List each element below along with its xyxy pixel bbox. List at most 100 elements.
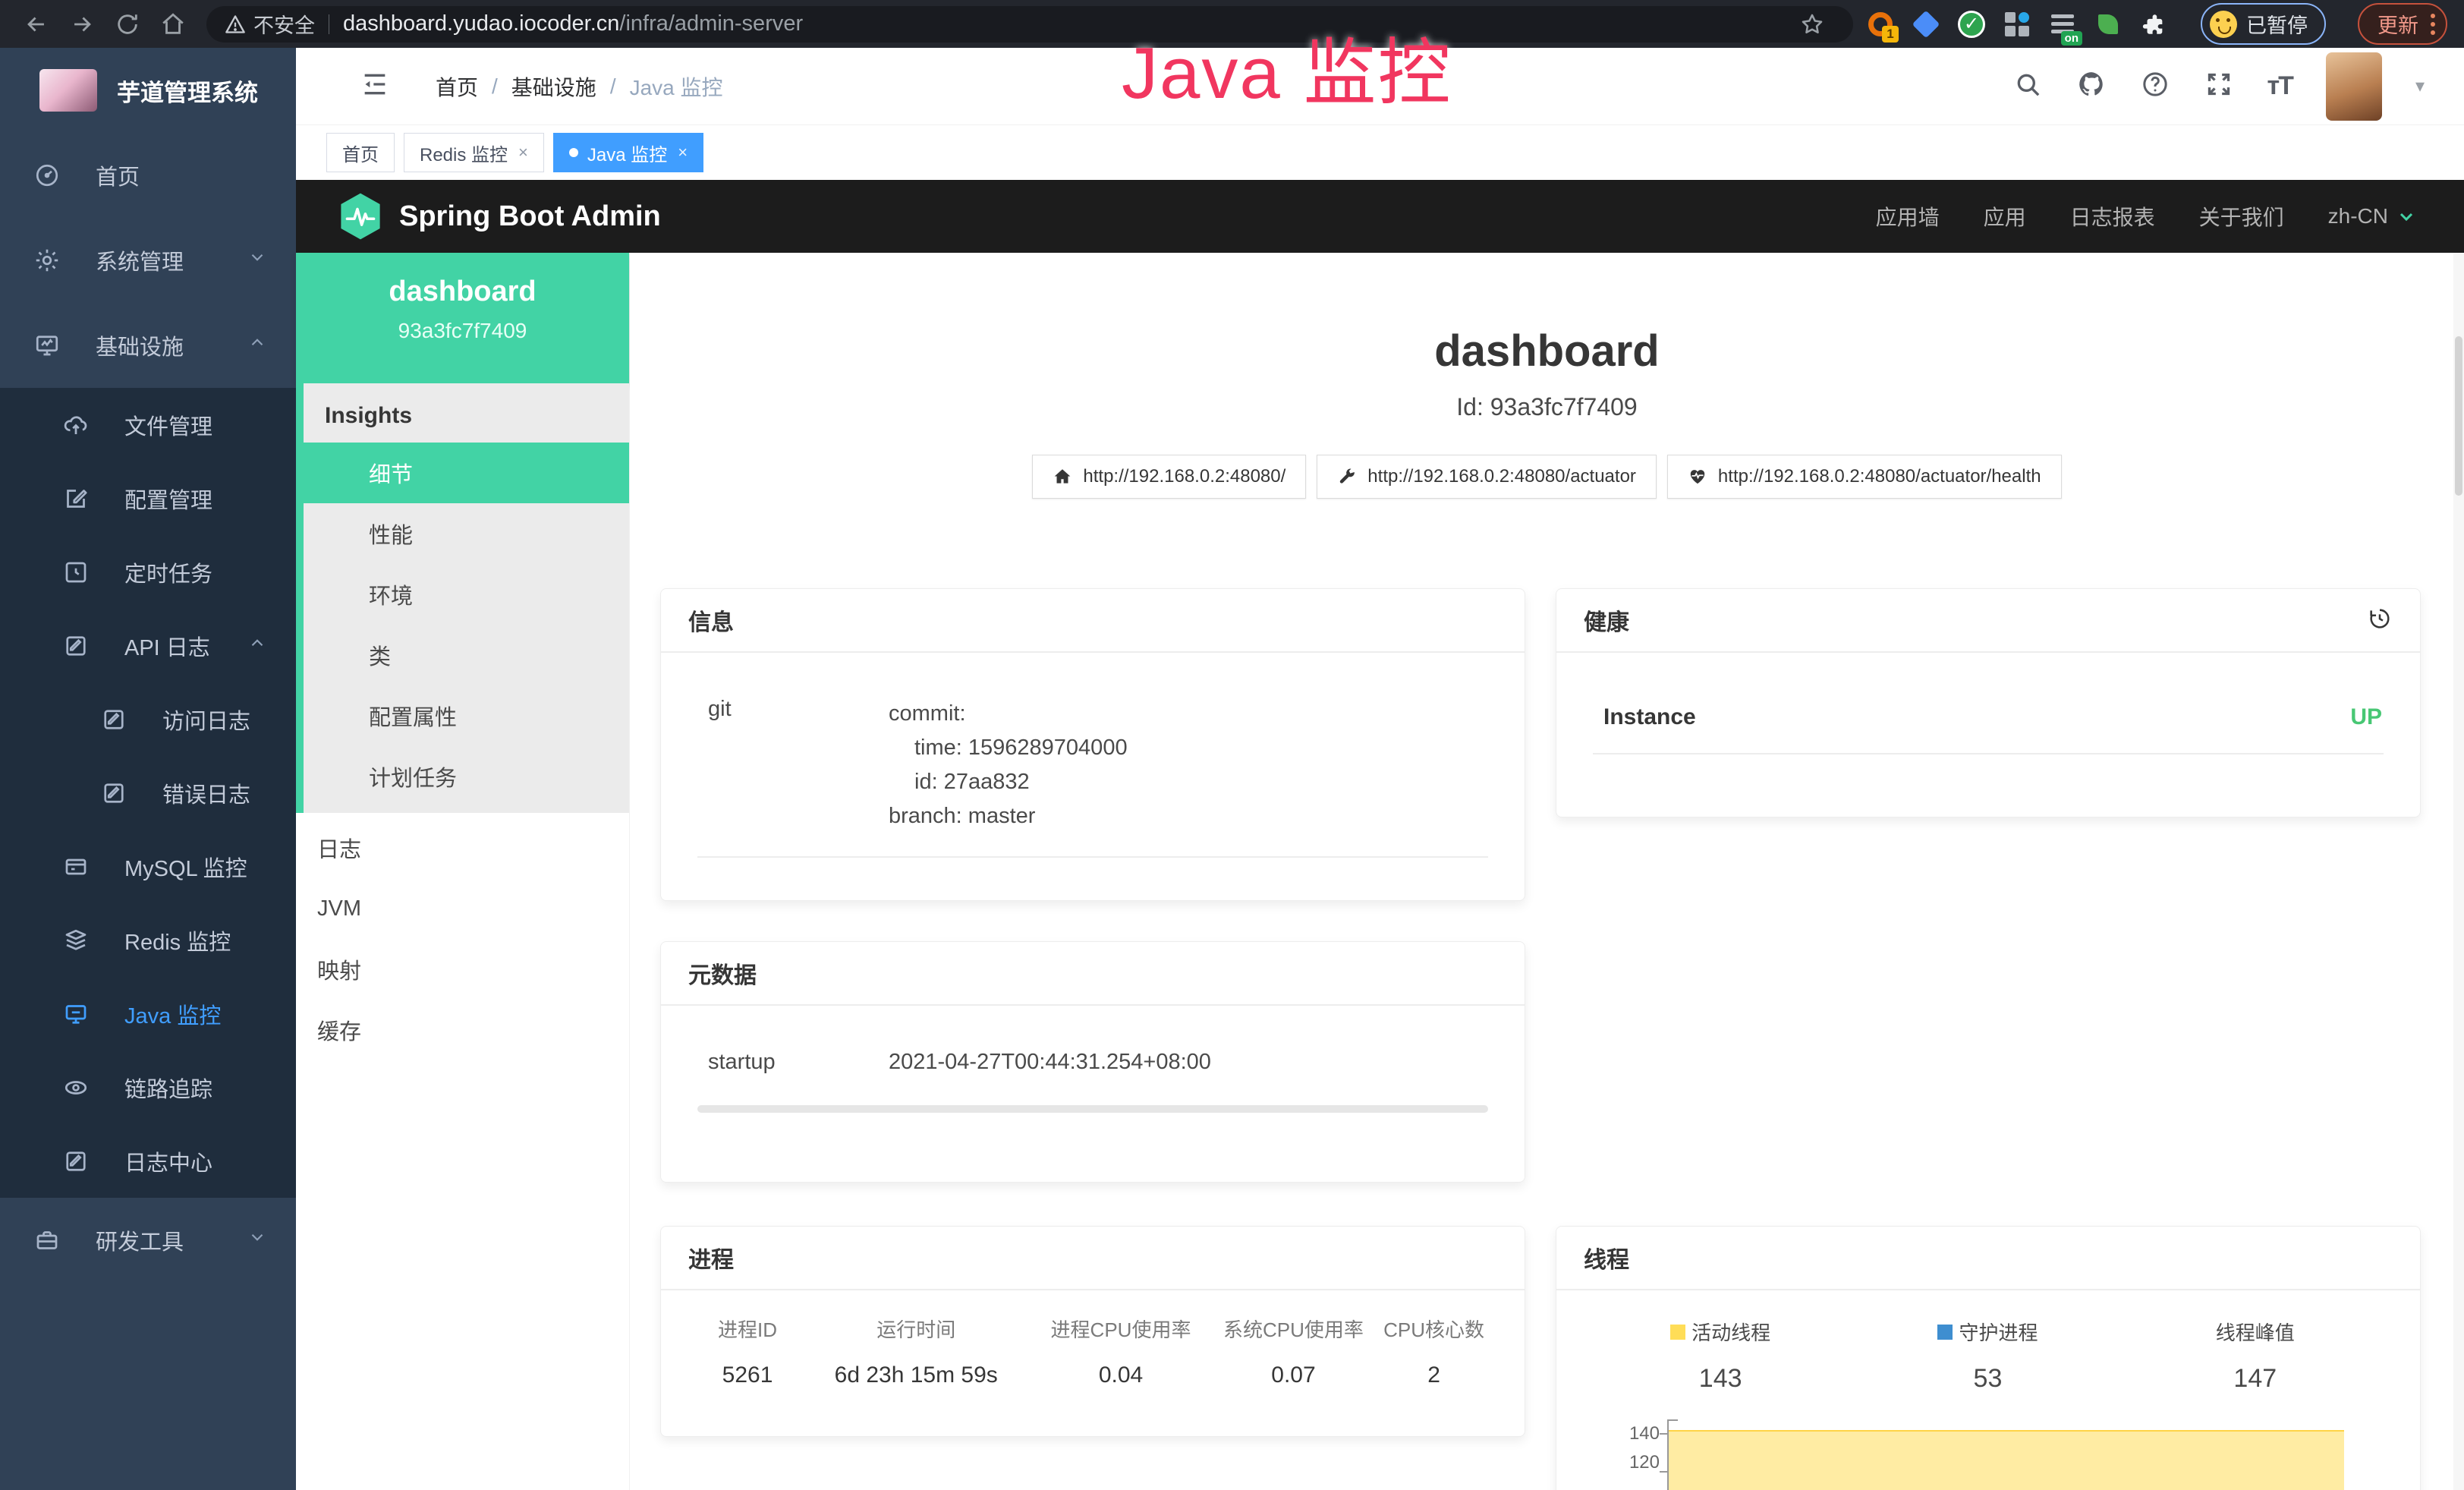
sba-item-config-props[interactable]: 配置属性 (304, 685, 629, 746)
sidebar-item-mysql-monitor[interactable]: MySQL 监控 (0, 830, 296, 903)
extension-check-icon[interactable]: ✓ (1956, 9, 1987, 39)
threads-chart: 140 120 100 (1587, 1419, 2390, 1490)
sba-item-metrics[interactable]: 性能 (304, 503, 629, 564)
chevron-down-icon (247, 1227, 267, 1253)
extension-orange-icon[interactable]: 1 (1865, 9, 1896, 39)
instance-health-link[interactable]: http://192.168.0.2:48080/actuator/health (1667, 455, 2062, 499)
ytick-120: 120 (1614, 1457, 1660, 1490)
sidebar-item-infrastructure[interactable]: 基础设施 (0, 303, 296, 388)
admin-logo-row[interactable]: 芋道管理系统 (0, 48, 296, 133)
sidebar-item-dev-tools[interactable]: 研发工具 (0, 1198, 296, 1283)
reload-icon[interactable] (111, 8, 144, 41)
health-card-title: 健康 (1584, 603, 1629, 637)
home-button-icon[interactable] (156, 8, 190, 41)
sidebar-item-error-log[interactable]: 错误日志 (0, 756, 296, 830)
process-value-system-cpu: 0.07 (1213, 1362, 1374, 1388)
close-icon[interactable]: × (518, 143, 528, 162)
sidebar-item-scheduled-jobs[interactable]: 定时任务 (0, 535, 296, 609)
process-header-process-cpu: 进程CPU使用率 (1028, 1315, 1213, 1343)
profile-paused-badge[interactable]: 已暂停 (2201, 3, 2326, 45)
info-git-row: git commit: time: 1596289704000 id: 27aa… (691, 679, 1494, 833)
sidebar-item-log-center[interactable]: 日志中心 (0, 1124, 296, 1198)
sba-item-scheduled-tasks[interactable]: 计划任务 (304, 746, 629, 807)
sidebar-item-config-management[interactable]: 配置管理 (0, 461, 296, 535)
back-icon[interactable] (20, 8, 53, 41)
health-instance-label: Instance (1603, 704, 1696, 730)
avatar-caret-icon[interactable]: ▾ (2415, 75, 2425, 97)
breadcrumb-home[interactable]: 首页 (436, 71, 478, 102)
active-threads-area (1669, 1430, 2344, 1490)
breadcrumb: 首页 / 基础设施 / Java 监控 (436, 71, 723, 102)
main-area: 首页 / 基础设施 / Java 监控 ᴛT ▾ 首页 (296, 48, 2464, 1490)
instance-home-link[interactable]: http://192.168.0.2:48080/ (1032, 455, 1306, 499)
sba-item-caches[interactable]: 缓存 (296, 1000, 629, 1060)
sba-item-classes[interactable]: 类 (304, 625, 629, 685)
sba-instance-header[interactable]: dashboard 93a3fc7f7409 (296, 253, 629, 383)
heartbeat-icon (1688, 467, 1707, 487)
sba-nav-wallboard[interactable]: 应用墙 (1876, 201, 1940, 232)
fullscreen-icon[interactable] (2204, 69, 2234, 103)
chrome-update-button[interactable]: 更新 (2358, 3, 2447, 45)
redis-layers-icon (62, 927, 90, 954)
chevron-down-icon (247, 247, 267, 273)
sidebar-item-file-management[interactable]: 文件管理 (0, 388, 296, 461)
infrastructure-submenu: 文件管理 配置管理 定时任务 API 日志 访问日志 (0, 388, 296, 1198)
sidebar-item-home[interactable]: 首页 (0, 133, 296, 218)
sidebar-item-access-log[interactable]: 访问日志 (0, 682, 296, 756)
page-subtitle: Id: 93a3fc7f7409 (630, 393, 2464, 421)
bookmark-star-icon[interactable] (1795, 8, 1829, 41)
update-label: 更新 (2377, 9, 2418, 39)
sidebar-item-system-management[interactable]: 系统管理 (0, 218, 296, 303)
sba-nav-journal[interactable]: 日志报表 (2070, 201, 2155, 232)
process-header-uptime: 运行时间 (804, 1315, 1028, 1343)
font-size-icon[interactable]: ᴛT (2267, 71, 2292, 101)
health-instance-row[interactable]: Instance UP (1587, 679, 2390, 730)
sba-item-jvm[interactable]: JVM (296, 878, 629, 939)
sba-sidebar: dashboard 93a3fc7f7409 Insights 细节 性能 环境… (296, 253, 630, 1490)
browser-menu-icon[interactable] (2431, 14, 2435, 35)
scrollbar-track[interactable] (2453, 253, 2464, 1490)
daemon-threads-legend-swatch (1937, 1325, 1953, 1340)
extension-pin-icon[interactable] (1911, 9, 1941, 39)
sba-brand[interactable]: Spring Boot Admin (338, 192, 661, 241)
extension-leaf-icon[interactable] (2093, 9, 2123, 39)
sba-item-environment[interactable]: 环境 (304, 564, 629, 625)
extension-grid-icon[interactable] (2002, 9, 2032, 39)
sidebar-item-java-monitor[interactable]: Java 监控 (0, 977, 296, 1051)
forward-icon[interactable] (65, 8, 99, 41)
close-icon[interactable]: × (678, 143, 688, 162)
url-bar[interactable]: 不安全 dashboard.yudao.iocoder.cn/infra/adm… (206, 6, 1853, 43)
process-card-title: 进程 (688, 1241, 734, 1274)
dashboard-icon (33, 162, 61, 189)
sba-item-details[interactable]: 细节 (296, 443, 629, 503)
github-icon[interactable] (2076, 69, 2107, 103)
sidebar-item-trace[interactable]: 链路追踪 (0, 1051, 296, 1124)
tab-java-monitor[interactable]: Java 监控× (553, 133, 703, 172)
tab-redis-monitor[interactable]: Redis 监控× (404, 133, 544, 172)
sba-nav-about[interactable]: 关于我们 (2199, 201, 2284, 232)
scroll-track-divider (697, 1105, 1488, 1113)
search-icon[interactable] (2012, 69, 2043, 103)
sidebar-item-redis-monitor[interactable]: Redis 监控 (0, 903, 296, 977)
admin-sidebar: 芋道管理系统 首页 系统管理 基础设施 文件管理 (0, 48, 296, 1490)
history-icon[interactable] (2367, 606, 2393, 635)
tab-home[interactable]: 首页 (326, 133, 395, 172)
breadcrumb-infrastructure[interactable]: 基础设施 (511, 71, 596, 102)
process-table: 进程ID5261 运行时间6d 23h 15m 59s 进程CPU使用率0.04… (691, 1295, 1494, 1388)
sba-locale-select[interactable]: zh-CN (2328, 204, 2415, 228)
process-value-process-cpu: 0.04 (1028, 1362, 1213, 1388)
help-icon[interactable] (2140, 69, 2170, 103)
user-avatar[interactable] (2326, 52, 2382, 121)
sidebar-collapse-icon[interactable] (360, 69, 390, 103)
instance-actuator-link[interactable]: http://192.168.0.2:48080/actuator (1317, 455, 1657, 499)
extensions-puzzle-icon[interactable] (2138, 9, 2169, 39)
extension-switch-icon[interactable]: on (2047, 9, 2078, 39)
sba-item-mappings[interactable]: 映射 (296, 939, 629, 1000)
sba-nav-applications[interactable]: 应用 (1984, 201, 2026, 232)
sba-item-logs[interactable]: 日志 (296, 817, 629, 878)
sidebar-item-api-log[interactable]: API 日志 (0, 609, 296, 682)
threads-card-title: 线程 (1584, 1241, 1629, 1274)
url-text[interactable]: dashboard.yudao.iocoder.cn/infra/admin-s… (343, 11, 803, 36)
scrollbar-thumb[interactable] (2455, 336, 2462, 496)
active-threads-legend-swatch (1670, 1325, 1685, 1340)
